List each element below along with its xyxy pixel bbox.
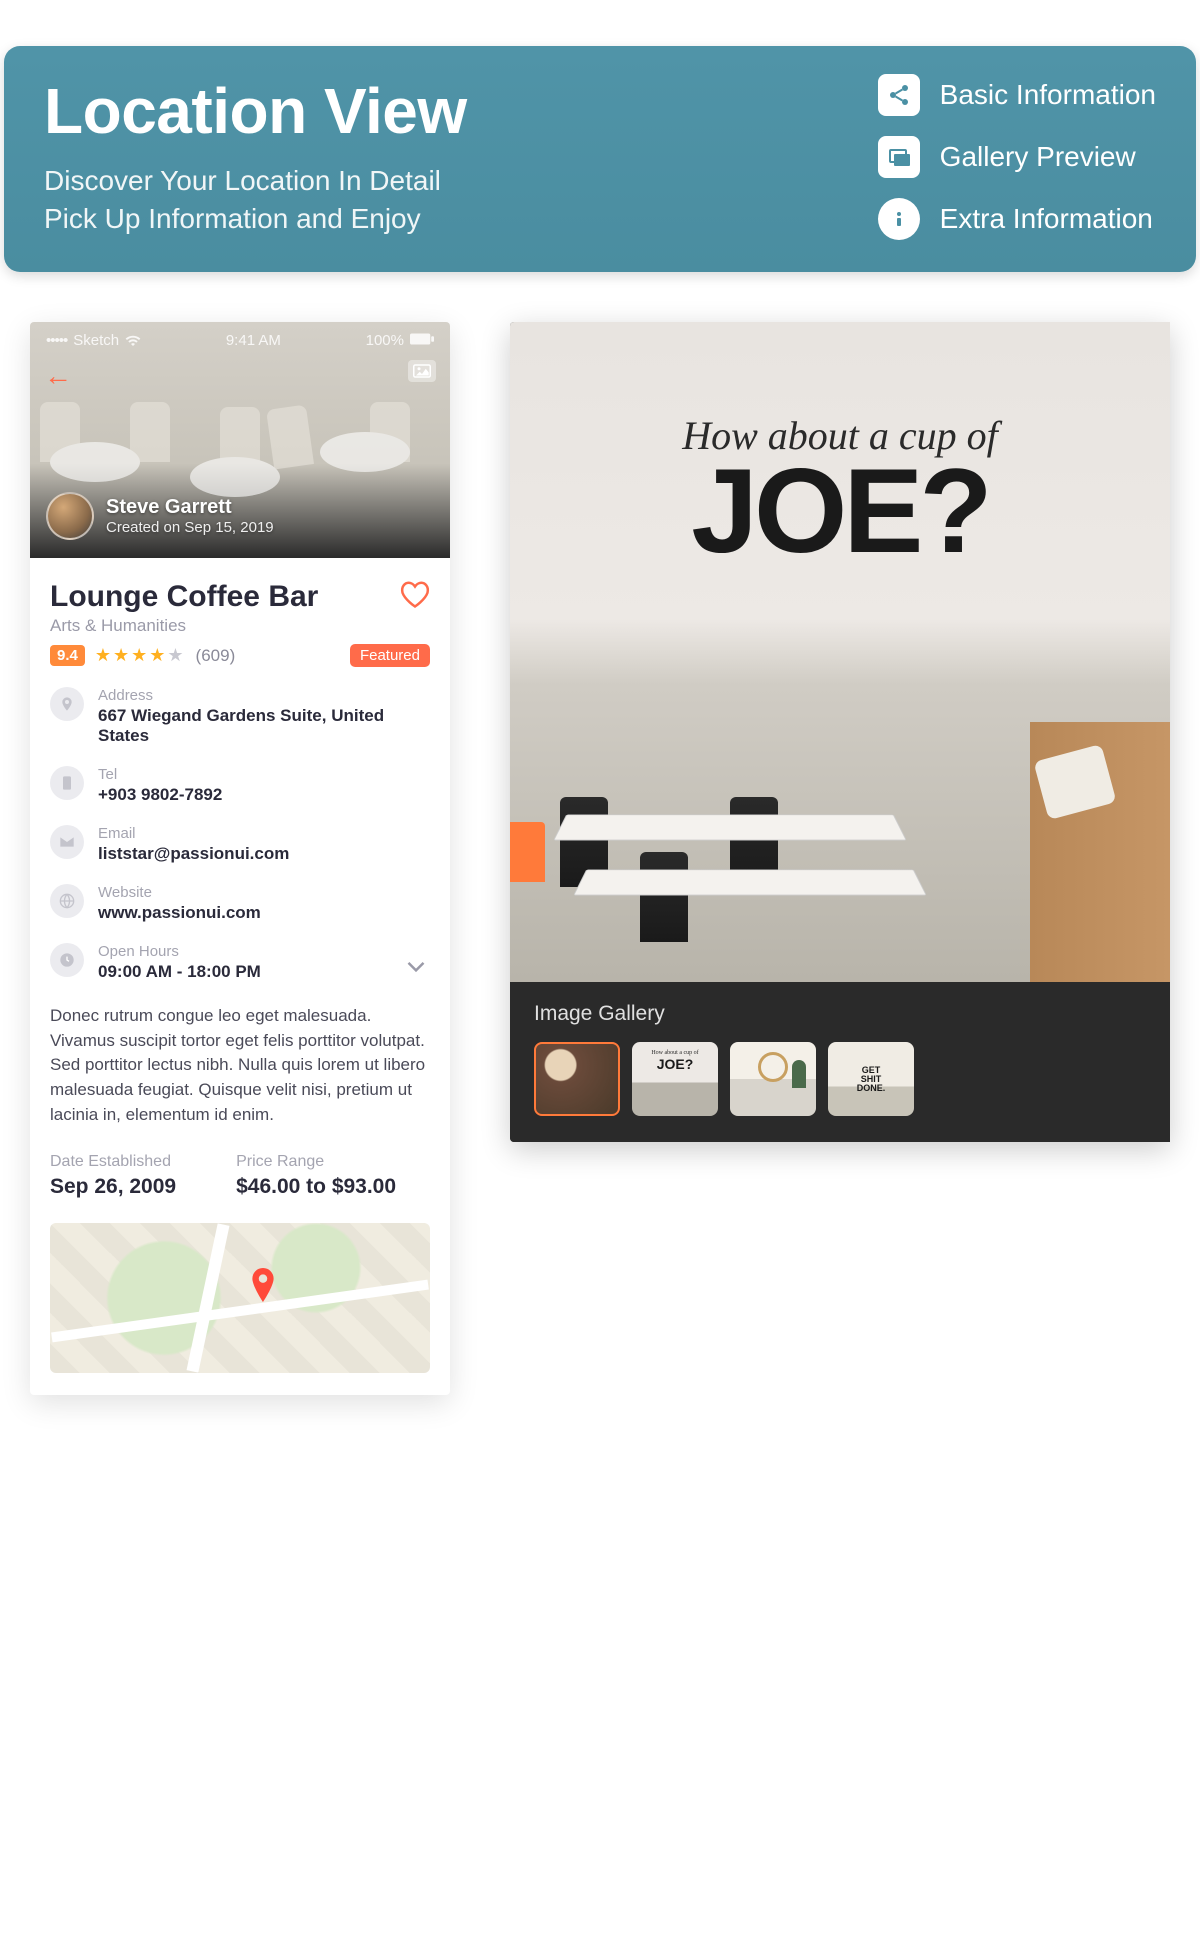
gallery-bar: Image Gallery How about a cup of JOE? GE… — [510, 982, 1170, 1142]
status-bar: Sketch 9:41 AM 100% — [30, 322, 450, 349]
image-action-button[interactable] — [408, 360, 436, 382]
clock-icon — [50, 943, 84, 977]
info-label: Website — [98, 884, 261, 901]
gallery-thumb-2[interactable]: How about a cup of JOE? — [632, 1042, 718, 1116]
feature-label: Basic Information — [940, 79, 1156, 111]
phone-location-detail: Sketch 9:41 AM 100% ← — [30, 322, 450, 1395]
status-time: 9:41 AM — [226, 332, 281, 349]
share-icon — [878, 74, 920, 116]
back-button[interactable]: ← — [44, 360, 72, 392]
gallery-thumb-4[interactable]: GET SHIT DONE. — [828, 1042, 914, 1116]
thumb-text: GET SHIT DONE. — [857, 1066, 886, 1093]
banner-feature-list: Basic Information Gallery Preview Extra … — [878, 74, 1156, 240]
info-hours[interactable]: Open Hours 09:00 AM - 18:00 PM — [50, 943, 430, 982]
avatar — [46, 492, 94, 540]
gallery-icon — [878, 136, 920, 178]
banner-sub-line1: Discover Your Location In Detail — [44, 162, 878, 200]
banner-subtitle: Discover Your Location In Detail Pick Up… — [44, 162, 878, 238]
author-created-date: Created on Sep 15, 2019 — [106, 519, 274, 536]
carrier-label: Sketch — [73, 332, 119, 349]
info-email[interactable]: Email liststar@passionui.com — [50, 825, 430, 864]
gallery-thumb-1[interactable] — [534, 1042, 620, 1116]
meta-label: Price Range — [236, 1153, 396, 1171]
rating-left: 9.4 ★★★★★ (609) — [50, 645, 235, 666]
feature-extra-info: Extra Information — [878, 198, 1156, 240]
info-label: Open Hours — [98, 943, 261, 960]
favorite-button[interactable] — [400, 580, 430, 616]
author-text: Steve Garrett Created on Sep 15, 2019 — [106, 496, 274, 536]
info-value: www.passionui.com — [98, 903, 261, 923]
meta-date-established: Date Established Sep 26, 2009 — [50, 1153, 176, 1199]
globe-icon — [50, 884, 84, 918]
hero-cafe-scene — [510, 742, 1170, 982]
map-pin-icon — [250, 1268, 276, 1310]
gallery-thumb-3[interactable] — [730, 1042, 816, 1116]
banner-sub-line2: Pick Up Information and Enjoy — [44, 200, 878, 238]
info-icon — [878, 198, 920, 240]
meta-price-range: Price Range $46.00 to $93.00 — [236, 1153, 396, 1199]
feature-gallery-preview: Gallery Preview — [878, 136, 1156, 178]
info-website[interactable]: Website www.passionui.com — [50, 884, 430, 923]
meta-label: Date Established — [50, 1153, 176, 1171]
feature-basic-info: Basic Information — [878, 74, 1156, 116]
location-map[interactable] — [50, 1223, 430, 1373]
meta-value: Sep 26, 2009 — [50, 1175, 176, 1199]
rating-count: (609) — [196, 646, 236, 666]
rating-score-badge: 9.4 — [50, 645, 85, 666]
meta-value: $46.00 to $93.00 — [236, 1175, 396, 1199]
status-right: 100% — [366, 332, 434, 349]
gallery-hero-image[interactable]: How about a cup of JOE? — [510, 322, 1170, 982]
info-value: +903 9802-7892 — [98, 785, 222, 805]
thumb-big: JOE? — [651, 1056, 698, 1072]
info-value: 09:00 AM - 18:00 PM — [98, 962, 261, 982]
battery-icon — [410, 332, 434, 349]
header-banner: Location View Discover Your Location In … — [4, 46, 1196, 272]
gallery-title: Image Gallery — [534, 1002, 1146, 1026]
info-address[interactable]: Address 667 Wiegand Gardens Suite, Unite… — [50, 687, 430, 746]
location-category: Arts & Humanities — [50, 616, 318, 636]
meta-row: Date Established Sep 26, 2009 Price Rang… — [50, 1153, 430, 1199]
chevron-down-icon[interactable] — [406, 957, 426, 980]
info-label: Address — [98, 687, 430, 704]
info-label: Email — [98, 825, 289, 842]
feature-label: Extra Information — [940, 203, 1153, 235]
phone-icon — [50, 766, 84, 800]
info-label: Tel — [98, 766, 222, 783]
battery-percent: 100% — [366, 332, 404, 349]
phone-gallery-view: How about a cup of JOE? Image Gallery Ho… — [510, 322, 1170, 1142]
info-value: 667 Wiegand Gardens Suite, United States — [98, 706, 430, 746]
author-name: Steve Garrett — [106, 496, 274, 519]
info-value: liststar@passionui.com — [98, 844, 289, 864]
pin-icon — [50, 687, 84, 721]
wifi-icon — [125, 333, 141, 349]
author-row[interactable]: Steve Garrett Created on Sep 15, 2019 — [46, 492, 274, 540]
status-left: Sketch — [46, 332, 141, 349]
email-icon — [50, 825, 84, 859]
banner-left: Location View Discover Your Location In … — [44, 74, 878, 240]
rating-stars: ★★★★★ — [95, 645, 186, 666]
gallery-thumbs[interactable]: How about a cup of JOE? GET SHIT DONE. — [534, 1042, 1146, 1116]
info-tel[interactable]: Tel +903 9802-7892 — [50, 766, 430, 805]
banner-title: Location View — [44, 74, 878, 148]
featured-badge: Featured — [350, 644, 430, 667]
location-title: Lounge Coffee Bar — [50, 580, 318, 614]
feature-label: Gallery Preview — [940, 141, 1136, 173]
hero-image: Sketch 9:41 AM 100% ← — [30, 322, 450, 558]
hero-big-text: JOE? — [691, 451, 988, 571]
detail-body: Lounge Coffee Bar Arts & Humanities 9.4 … — [30, 558, 450, 1395]
signal-dots-icon — [46, 332, 67, 349]
location-description: Donec rutrum congue leo eget malesuada. … — [50, 1004, 430, 1127]
info-list: Address 667 Wiegand Gardens Suite, Unite… — [50, 687, 430, 982]
